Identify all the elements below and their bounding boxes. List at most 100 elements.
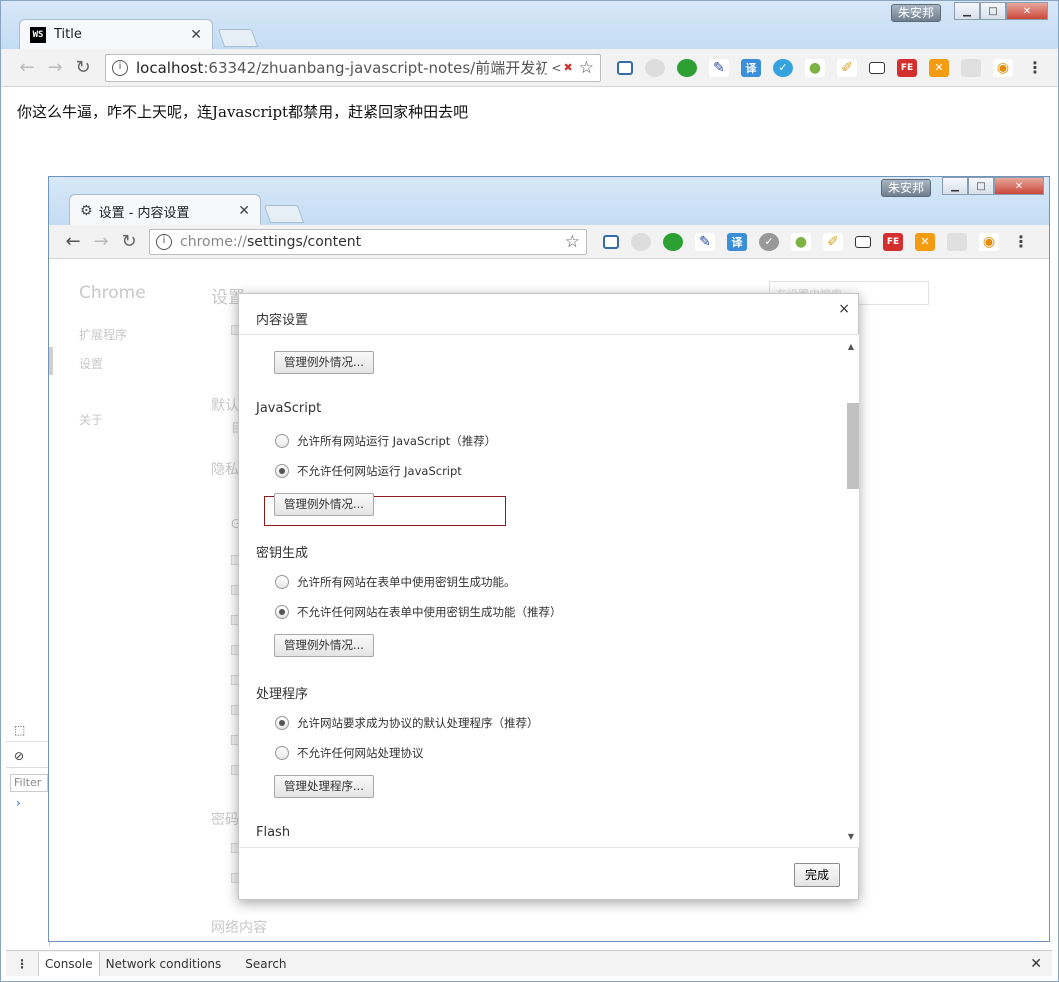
- keygen-block-radio[interactable]: [275, 605, 289, 619]
- reload-icon[interactable]: ↻: [69, 57, 97, 78]
- done-button[interactable]: 完成: [793, 863, 840, 887]
- js-allow-radio[interactable]: [275, 434, 289, 448]
- new-tab-button[interactable]: [217, 29, 259, 47]
- ext-window-icon[interactable]: [947, 232, 967, 251]
- js-block-radio[interactable]: [275, 464, 289, 478]
- close-tab-icon[interactable]: ✕: [238, 203, 250, 219]
- share-icon[interactable]: <: [551, 61, 561, 75]
- tab-console[interactable]: Console: [38, 951, 100, 976]
- new-tab-button[interactable]: [263, 205, 305, 223]
- handlers-allow-label: 允许网站要求成为协议的默认处理程序（推荐）: [297, 716, 539, 730]
- clear-console-icon[interactable]: ⊘: [14, 749, 24, 763]
- bookmark-star-icon[interactable]: ☆: [565, 232, 580, 252]
- scroll-down-icon[interactable]: ▼: [843, 829, 859, 845]
- ext-cross-icon[interactable]: ✕: [929, 58, 949, 77]
- ext-green-dots-icon[interactable]: [663, 232, 683, 251]
- android-ext-icon[interactable]: ●: [791, 232, 811, 251]
- js-manage-exceptions-button[interactable]: 管理例外情况...: [274, 493, 374, 516]
- keygen-block-option[interactable]: 不允许任何网站在表单中使用密钥生成功能（推荐）: [275, 604, 562, 620]
- handlers-block-option[interactable]: 不允许任何网站处理协议: [275, 745, 424, 761]
- ext-bus-icon[interactable]: [855, 235, 871, 248]
- translate-ext-icon[interactable]: 译: [741, 58, 761, 77]
- outer-toolbar: ← → ↻ i localhost:63342/zhuanbang-javasc…: [1, 49, 1058, 87]
- tab-title[interactable]: WS Title ✕: [19, 19, 213, 49]
- ext-pin-icon[interactable]: ✎: [695, 232, 715, 251]
- ext-pencil-icon[interactable]: ✐: [837, 58, 857, 77]
- dialog-scrollbar[interactable]: ▲ ▼: [843, 335, 859, 847]
- keygen-allow-radio[interactable]: [275, 575, 289, 589]
- ext-pin-icon[interactable]: ✎: [709, 58, 729, 77]
- back-icon[interactable]: ←: [59, 231, 87, 252]
- drawer-menu-icon[interactable]: ⋮: [6, 957, 38, 971]
- tab-settings[interactable]: ⚙ 设置 - 内容设置 ✕: [69, 194, 261, 227]
- minimize-icon[interactable]: ▁: [942, 177, 968, 195]
- handlers-block-radio[interactable]: [275, 746, 289, 760]
- address-bar[interactable]: i localhost:63342/zhuanbang-javascript-n…: [105, 53, 601, 82]
- window-close-icon[interactable]: ✕: [994, 177, 1044, 195]
- js-block-label: 不允许任何网站运行 JavaScript: [297, 464, 462, 478]
- js-allow-option[interactable]: 允许所有网站运行 JavaScript（推荐）: [275, 433, 496, 449]
- ext-green-dots-icon[interactable]: [677, 58, 697, 77]
- tab-search[interactable]: Search: [239, 952, 292, 976]
- ext-check-icon[interactable]: ✓: [773, 58, 793, 77]
- inspect-icon[interactable]: ⬚: [14, 723, 25, 737]
- profile-button[interactable]: 朱安邦: [881, 179, 932, 197]
- profile-button[interactable]: 朱安邦: [891, 4, 942, 22]
- translate-ext-icon[interactable]: 译: [727, 232, 747, 251]
- reload-icon[interactable]: ↻: [115, 231, 143, 252]
- ext-eye-icon[interactable]: ◉: [993, 58, 1013, 77]
- maximize-icon[interactable]: □: [968, 177, 994, 195]
- nav-settings[interactable]: 设置: [79, 355, 103, 372]
- screenshot-ext-icon[interactable]: [617, 60, 633, 75]
- nav-about[interactable]: 关于: [79, 411, 103, 428]
- info-icon[interactable]: i: [112, 59, 128, 76]
- ext-pencil-icon[interactable]: ✐: [823, 232, 843, 251]
- chrome-menu-icon[interactable]: ⋮: [1025, 58, 1045, 77]
- keygen-allow-option[interactable]: 允许所有网站在表单中使用密钥生成功能。: [275, 574, 516, 590]
- extensions-bar: ✎ 译 ✓ ● ✐ FE ✕ ◉: [611, 58, 1019, 77]
- maximize-icon[interactable]: □: [980, 2, 1006, 20]
- manage-handlers-button[interactable]: 管理处理程序...: [274, 775, 374, 798]
- scroll-up-icon[interactable]: ▲: [843, 339, 859, 355]
- screenshot-ext-icon[interactable]: [603, 234, 619, 249]
- keygen-manage-exceptions-button[interactable]: 管理例外情况...: [274, 634, 374, 657]
- android-ext-icon[interactable]: ●: [805, 58, 825, 77]
- filter-input[interactable]: Filter: [10, 774, 48, 792]
- fe-ext-icon[interactable]: FE: [897, 58, 917, 77]
- outer-titlebar: WS Title ✕ 朱安邦 ▁ □ ✕: [1, 1, 1058, 49]
- js-block-option[interactable]: 不允许任何网站运行 JavaScript: [275, 463, 462, 479]
- drawer-close-icon[interactable]: ✕: [1030, 956, 1042, 972]
- ext-check-icon[interactable]: ✓: [759, 232, 779, 251]
- ext-window-icon[interactable]: [961, 58, 981, 77]
- scroll-thumb[interactable]: [847, 403, 859, 489]
- devtools-filter-row: ⊘: [6, 744, 50, 768]
- tab-network-conditions[interactable]: Network conditions: [100, 952, 228, 976]
- window-close-icon[interactable]: ✕: [1006, 2, 1048, 20]
- address-bar[interactable]: i chrome://settings/content ☆: [149, 228, 587, 255]
- handlers-allow-option[interactable]: 允许网站要求成为协议的默认处理程序（推荐）: [275, 715, 539, 731]
- js-blocked-icon[interactable]: ✖: [564, 61, 573, 74]
- manage-exceptions-button[interactable]: 管理例外情况...: [274, 351, 374, 374]
- keygen-block-label: 不允许任何网站在表单中使用密钥生成功能（推荐）: [297, 605, 562, 619]
- forward-icon[interactable]: →: [41, 57, 69, 78]
- ext-bus-icon[interactable]: [869, 61, 885, 74]
- minimize-icon[interactable]: ▁: [954, 2, 980, 20]
- fe-ext-icon[interactable]: FE: [883, 232, 903, 251]
- bookmark-star-icon[interactable]: ☆: [579, 58, 594, 78]
- ext-cross-icon[interactable]: ✕: [915, 232, 935, 251]
- forward-icon[interactable]: →: [87, 231, 115, 252]
- back-icon[interactable]: ←: [13, 57, 41, 78]
- ext-swirl-icon[interactable]: [645, 58, 665, 77]
- dialog-scroll-area[interactable]: 管理例外情况... JavaScript 允许所有网站运行 JavaScript…: [239, 334, 859, 848]
- ext-eye-icon[interactable]: ◉: [979, 232, 999, 251]
- dialog-close-icon[interactable]: ×: [838, 301, 850, 317]
- url-text[interactable]: localhost:63342/zhuanbang-javascript-not…: [136, 57, 547, 78]
- ext-swirl-icon[interactable]: [631, 232, 651, 251]
- url-text[interactable]: chrome://settings/content: [180, 234, 559, 250]
- nav-extensions[interactable]: 扩展程序: [79, 326, 127, 343]
- chrome-menu-icon[interactable]: ⋮: [1011, 232, 1031, 251]
- handlers-allow-radio[interactable]: [275, 716, 289, 730]
- close-tab-icon[interactable]: ✕: [190, 27, 202, 43]
- info-icon[interactable]: i: [156, 233, 172, 250]
- console-prompt-icon[interactable]: ›: [16, 796, 21, 810]
